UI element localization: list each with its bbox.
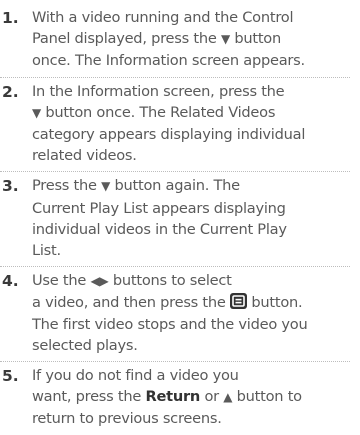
instruction-step: 5. If you do not find a video you want, pr… (0, 362, 350, 435)
text-fragment: button again. The (110, 177, 241, 195)
text-fragment: button (229, 30, 281, 48)
step-number: 1. (2, 9, 19, 27)
step-text-line: Use the ◀▶ buttons to select (32, 270, 350, 292)
step-text-line: Press the ▼ button again. The (32, 175, 350, 197)
step-text-line: return to previous screens. (32, 410, 222, 428)
step-text: In the Information screen, press the ▼ bu… (32, 81, 350, 167)
text-fragment: or (200, 388, 224, 406)
step-text: With a video running and the Control Pane… (32, 7, 350, 72)
step-text-line: once. The Information screen appears. (32, 52, 305, 70)
down-arrow-icon: ▼ (32, 105, 41, 120)
step-text-line: The first video stops and the video you (32, 315, 308, 333)
text-fragment: button to (232, 388, 302, 406)
down-arrow-icon: ▼ (101, 179, 111, 194)
instruction-step: 1. With a video running and the Control Pa… (0, 4, 350, 78)
return-button-label: Return (145, 388, 201, 406)
step-text-line: List. (32, 242, 61, 260)
text-fragment: Use the (32, 272, 91, 290)
step-text: Press the ▼ button again. The Current Pla… (32, 175, 350, 261)
instruction-step: 3. Press the ▼ button again. The Current P… (0, 172, 350, 268)
instruction-step: 4. Use the ◀▶ buttons to select a video, a… (0, 267, 350, 363)
step-text-line: In the Information screen, press the (32, 82, 285, 100)
text-fragment: Panel displayed, press the (32, 30, 221, 48)
instruction-steps: 1. With a video running and the Control Pa… (0, 4, 350, 435)
step-number: 5. (2, 367, 19, 386)
step-text-line: Current Play List appears displaying (32, 199, 286, 217)
text-fragment: want, press the (32, 388, 146, 406)
down-arrow-icon: ▼ (220, 32, 230, 47)
step-text-line: related videos. (32, 147, 137, 165)
text-fragment: buttons to select (108, 272, 232, 290)
text-fragment: button. (247, 294, 303, 312)
text-fragment: a video, and then press the (32, 294, 231, 312)
text-fragment: button once. The Related Videos (40, 103, 276, 121)
step-text-line: Panel displayed, press the ▼ button (32, 28, 350, 50)
step-number: 2. (2, 82, 19, 101)
step-number: 3. (2, 177, 19, 196)
text-fragment: Press the (32, 177, 102, 195)
step-text: Use the ◀▶ buttons to select a video, and… (32, 270, 350, 356)
step-text-line: want, press the Return or ▲ button to (32, 386, 350, 408)
step-text-line: a video, and then press the button. (32, 292, 350, 313)
step-text-line: If you do not find a video you (32, 367, 239, 385)
step-text-line: category appears displaying individual (32, 126, 306, 144)
step-text-line: selected plays. (32, 336, 138, 354)
instruction-step: 2. In the Information screen, press the ▼ … (0, 78, 350, 173)
step-text: If you do not find a video you want, pres… (32, 365, 350, 430)
step-text-line: With a video running and the Control (32, 9, 294, 26)
step-text-line: individual videos in the Current Play (32, 220, 287, 238)
up-arrow-icon: ▲ (223, 390, 233, 405)
enter-icon (230, 293, 248, 310)
left-right-arrows-icon: ◀▶ (90, 274, 109, 289)
step-number: 4. (2, 272, 19, 291)
step-text-line: ▼ button once. The Related Videos (32, 102, 350, 124)
